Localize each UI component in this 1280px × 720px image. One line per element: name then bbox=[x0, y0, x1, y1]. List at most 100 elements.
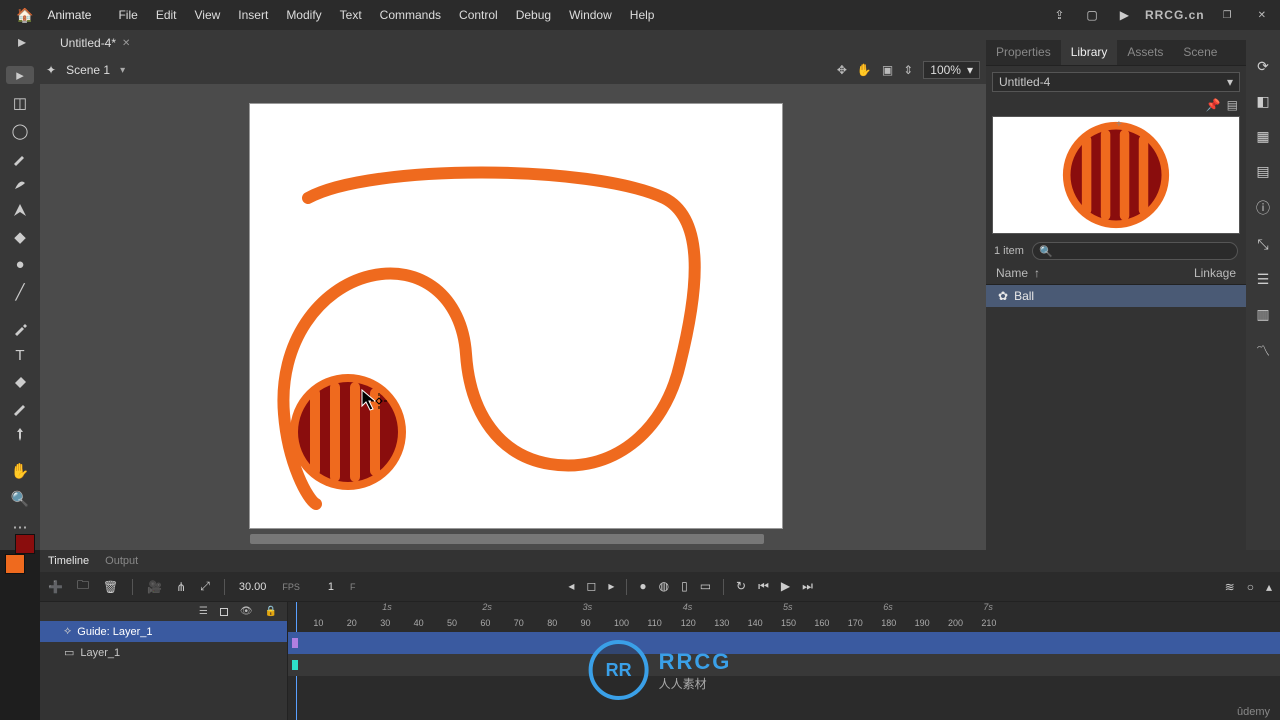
rotate-stage-icon[interactable]: ✋ bbox=[857, 63, 872, 77]
menu-help[interactable]: Help bbox=[621, 2, 664, 28]
tab-library[interactable]: Library bbox=[1061, 40, 1118, 65]
step-fwd-frame-icon[interactable]: ▸ bbox=[608, 579, 614, 595]
rectangle-tool[interactable]: ◆ bbox=[6, 228, 34, 246]
center-stage-icon[interactable]: ✥ bbox=[837, 63, 847, 77]
lasso-tool[interactable]: ◯ bbox=[6, 122, 34, 140]
fill-swatch[interactable] bbox=[15, 534, 35, 554]
clip-stage-icon[interactable]: ▣ bbox=[882, 63, 893, 77]
zoom-stepper-icon[interactable]: ⇕ bbox=[903, 63, 913, 77]
cc-libraries-icon[interactable]: ⟳ bbox=[1257, 58, 1269, 75]
menu-file[interactable]: File bbox=[109, 2, 146, 28]
track-guide[interactable] bbox=[288, 632, 1280, 654]
align-panel-icon[interactable]: ▤ bbox=[1256, 163, 1269, 180]
line-tool[interactable]: ╱ bbox=[6, 283, 34, 301]
oval-tool[interactable]: ● bbox=[6, 256, 34, 273]
brush-classic-tool[interactable] bbox=[6, 150, 34, 166]
free-transform-tool[interactable]: ◫ bbox=[6, 94, 34, 112]
keyframe-icon[interactable] bbox=[292, 638, 298, 648]
chart-panel-icon[interactable]: 〽 bbox=[1256, 341, 1270, 361]
sort-asc-icon[interactable]: ↑ bbox=[1034, 266, 1040, 280]
tab-assets[interactable]: Assets bbox=[1117, 40, 1173, 65]
new-folder-icon[interactable]: 🗀 bbox=[77, 576, 89, 597]
history-panel-icon[interactable]: ☰ bbox=[1257, 271, 1270, 288]
insert-keyframe-icon[interactable]: ● bbox=[639, 579, 646, 595]
keyframe-icon[interactable] bbox=[292, 660, 298, 670]
delete-layer-icon[interactable]: 🗑 bbox=[103, 580, 118, 594]
horizontal-scrollbar[interactable] bbox=[250, 534, 764, 544]
new-layer-icon[interactable]: ➕ bbox=[48, 580, 63, 594]
go-first-icon[interactable]: ⏮ bbox=[758, 579, 769, 595]
info-panel-icon[interactable]: ⓘ bbox=[1256, 198, 1270, 218]
ink-bottle-tool[interactable] bbox=[6, 400, 34, 416]
play-icon[interactable]: ▶ bbox=[1114, 4, 1135, 26]
step-back-frame-icon[interactable]: ◂ bbox=[568, 579, 574, 595]
insert-blank-keyframe-icon[interactable]: ◍ bbox=[659, 579, 669, 595]
library-item[interactable]: ✿ Ball bbox=[986, 285, 1246, 307]
edit-scene-icon[interactable]: ✦ bbox=[46, 63, 56, 77]
menu-commands[interactable]: Commands bbox=[371, 2, 450, 28]
fps-value[interactable]: 30.00 bbox=[239, 581, 267, 593]
onion-outline-icon[interactable]: ○ bbox=[1247, 580, 1254, 594]
highlight-toggle-icon[interactable] bbox=[220, 608, 228, 616]
new-library-icon[interactable]: ▤ bbox=[1227, 98, 1238, 112]
workspace-icon[interactable]: ▢ bbox=[1080, 4, 1103, 26]
document-tab[interactable]: Untitled-4* ✕ bbox=[50, 32, 140, 54]
library-document-select[interactable]: Untitled-4 ▾ bbox=[992, 72, 1240, 92]
selection-tool[interactable]: ▸ bbox=[6, 66, 34, 84]
text-tool[interactable]: T bbox=[6, 347, 34, 364]
col-name[interactable]: Name bbox=[996, 266, 1028, 280]
lock-toggle-icon[interactable]: 🔒 bbox=[265, 606, 277, 617]
current-frame[interactable]: 1 bbox=[328, 581, 334, 593]
go-last-icon[interactable]: ⏭ bbox=[802, 579, 813, 595]
play-button-icon[interactable]: ▶ bbox=[781, 579, 790, 595]
insert-frame-icon[interactable]: ▯ bbox=[681, 579, 688, 595]
layer-depth-icon[interactable]: ⤢ bbox=[200, 579, 210, 594]
zoom-field[interactable]: 100% ▾ bbox=[923, 61, 980, 79]
home-icon[interactable]: 🏠 bbox=[6, 7, 43, 24]
layer-guide[interactable]: ⟡ Guide: Layer_1 bbox=[40, 621, 287, 642]
scene-chevron-icon[interactable]: ▾ bbox=[120, 65, 125, 76]
stop-icon[interactable]: ◻ bbox=[586, 579, 596, 595]
frame-area[interactable]: 1s2s3s4s5s6s7s10203040506070809010011012… bbox=[288, 602, 1280, 720]
transform-panel-icon[interactable]: ⤡ bbox=[1257, 236, 1268, 253]
visibility-toggle-icon[interactable]: 👁 bbox=[240, 606, 253, 617]
eyedropper-tool[interactable] bbox=[6, 321, 34, 337]
camera-icon[interactable]: 🎥 bbox=[147, 580, 162, 594]
components-panel-icon[interactable]: ▥ bbox=[1256, 306, 1269, 323]
swatches-panel-icon[interactable]: ▦ bbox=[1256, 128, 1269, 145]
tab-timeline[interactable]: Timeline bbox=[48, 555, 89, 567]
layer-normal[interactable]: ▭ Layer_1 bbox=[40, 642, 287, 663]
menu-view[interactable]: View bbox=[186, 2, 230, 28]
stroke-swatch[interactable] bbox=[5, 554, 25, 574]
loop-icon[interactable]: ↻ bbox=[736, 579, 746, 595]
zoom-tool[interactable]: 🔍 bbox=[6, 490, 34, 508]
paint-bucket-tool[interactable] bbox=[6, 374, 34, 390]
toolbar-collapse-icon[interactable]: ▸ bbox=[6, 34, 38, 50]
tab-output[interactable]: Output bbox=[105, 555, 138, 567]
menu-control[interactable]: Control bbox=[450, 2, 507, 28]
remove-frame-icon[interactable]: ▭ bbox=[700, 579, 711, 595]
tab-scene[interactable]: Scene bbox=[1173, 40, 1227, 65]
close-tab-icon[interactable]: ✕ bbox=[122, 38, 130, 49]
menu-insert[interactable]: Insert bbox=[229, 2, 277, 28]
frame-ruler[interactable]: 1s2s3s4s5s6s7s10203040506070809010011012… bbox=[288, 602, 1280, 632]
library-search[interactable]: 🔍 bbox=[1032, 242, 1238, 260]
stage-area[interactable] bbox=[40, 84, 986, 550]
stage[interactable] bbox=[250, 104, 782, 528]
col-linkage[interactable]: Linkage bbox=[1194, 266, 1236, 280]
timeline-zoom-icon[interactable]: ▴ bbox=[1266, 580, 1272, 594]
menu-modify[interactable]: Modify bbox=[277, 2, 330, 28]
share-icon[interactable]: ⇪ bbox=[1048, 4, 1070, 26]
scene-name[interactable]: Scene 1 bbox=[66, 63, 110, 77]
brush-fluid-tool[interactable] bbox=[6, 176, 34, 192]
menu-text[interactable]: Text bbox=[331, 2, 371, 28]
layer-parenting-icon[interactable]: ⋔ bbox=[176, 580, 186, 594]
onion-skin-icon[interactable]: ≋ bbox=[1225, 580, 1235, 594]
menu-debug[interactable]: Debug bbox=[507, 2, 560, 28]
pen-tool[interactable] bbox=[6, 202, 34, 218]
color-panel-icon[interactable]: ◧ bbox=[1256, 93, 1269, 110]
pin-tool[interactable] bbox=[6, 426, 34, 442]
menu-window[interactable]: Window bbox=[560, 2, 621, 28]
ball-instance[interactable] bbox=[290, 374, 406, 490]
track-layer1[interactable] bbox=[288, 654, 1280, 676]
